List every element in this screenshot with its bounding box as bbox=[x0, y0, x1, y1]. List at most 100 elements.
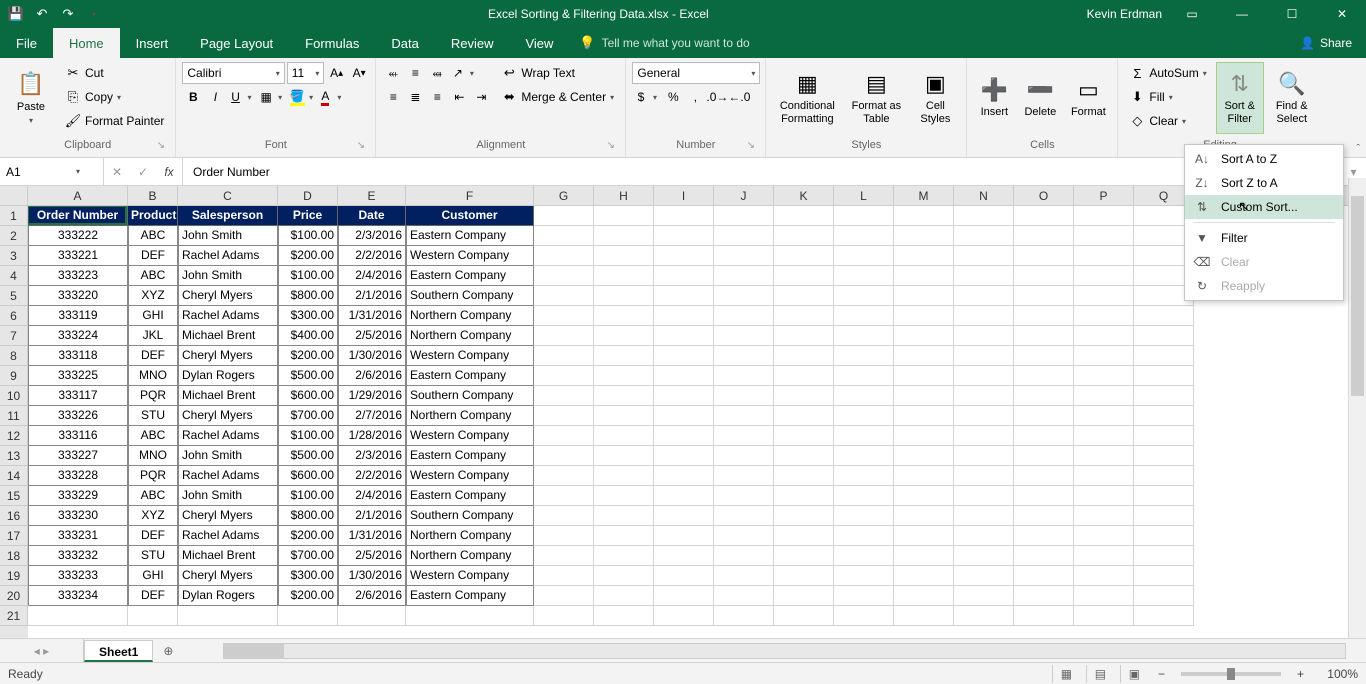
cell-I9[interactable] bbox=[654, 366, 714, 386]
new-sheet-button[interactable]: ⊕ bbox=[153, 639, 183, 662]
cell-H18[interactable] bbox=[594, 546, 654, 566]
cell-M6[interactable] bbox=[894, 306, 954, 326]
cell-M10[interactable] bbox=[894, 386, 954, 406]
cell-P13[interactable] bbox=[1074, 446, 1134, 466]
cell-G12[interactable] bbox=[534, 426, 594, 446]
cell-H7[interactable] bbox=[594, 326, 654, 346]
cell-B11[interactable]: STU bbox=[128, 406, 178, 426]
cell-K18[interactable] bbox=[774, 546, 834, 566]
cell-K3[interactable] bbox=[774, 246, 834, 266]
cell-D9[interactable]: $500.00 bbox=[278, 366, 338, 386]
cell-J14[interactable] bbox=[714, 466, 774, 486]
column-header-O[interactable]: O bbox=[1014, 186, 1074, 205]
row-header-16[interactable]: 16 bbox=[0, 506, 28, 526]
cell-C1[interactable]: Salesperson bbox=[178, 206, 278, 226]
column-header-B[interactable]: B bbox=[128, 186, 178, 205]
cell-Q8[interactable] bbox=[1134, 346, 1194, 366]
cell-O18[interactable] bbox=[1014, 546, 1074, 566]
custom-sort-item[interactable]: ⇅Custom Sort... bbox=[1185, 195, 1343, 219]
row-header-8[interactable]: 8 bbox=[0, 346, 28, 366]
cell-Q18[interactable] bbox=[1134, 546, 1194, 566]
cell-I12[interactable] bbox=[654, 426, 714, 446]
cell-F2[interactable]: Eastern Company bbox=[406, 226, 534, 246]
cell-P16[interactable] bbox=[1074, 506, 1134, 526]
maximize-button[interactable]: ☐ bbox=[1272, 0, 1312, 28]
cell-B5[interactable]: XYZ bbox=[128, 286, 178, 306]
cell-F13[interactable]: Eastern Company bbox=[406, 446, 534, 466]
cell-P17[interactable] bbox=[1074, 526, 1134, 546]
cell-C3[interactable]: Rachel Adams bbox=[178, 246, 278, 266]
cell-F20[interactable]: Eastern Company bbox=[406, 586, 534, 606]
cell-P7[interactable] bbox=[1074, 326, 1134, 346]
cell-P21[interactable] bbox=[1074, 606, 1134, 626]
cell-E7[interactable]: 2/5/2016 bbox=[338, 326, 406, 346]
cell-F17[interactable]: Northern Company bbox=[406, 526, 534, 546]
column-header-I[interactable]: I bbox=[654, 186, 714, 205]
cell-Q14[interactable] bbox=[1134, 466, 1194, 486]
cell-Q11[interactable] bbox=[1134, 406, 1194, 426]
cell-F15[interactable]: Eastern Company bbox=[406, 486, 534, 506]
cell-C7[interactable]: Michael Brent bbox=[178, 326, 278, 346]
cell-C19[interactable]: Cheryl Myers bbox=[178, 566, 278, 586]
cell-G10[interactable] bbox=[534, 386, 594, 406]
cell-C14[interactable]: Rachel Adams bbox=[178, 466, 278, 486]
decrease-font-button[interactable]: A▾ bbox=[349, 62, 369, 84]
cell-P19[interactable] bbox=[1074, 566, 1134, 586]
cell-E1[interactable]: Date bbox=[338, 206, 406, 226]
cell-Q10[interactable] bbox=[1134, 386, 1194, 406]
cell-A15[interactable]: 333229 bbox=[28, 486, 128, 506]
cell-E2[interactable]: 2/3/2016 bbox=[338, 226, 406, 246]
cell-E4[interactable]: 2/4/2016 bbox=[338, 266, 406, 286]
cell-M16[interactable] bbox=[894, 506, 954, 526]
cell-F18[interactable]: Northern Company bbox=[406, 546, 534, 566]
cell-I6[interactable] bbox=[654, 306, 714, 326]
cell-H21[interactable] bbox=[594, 606, 654, 626]
cell-I19[interactable] bbox=[654, 566, 714, 586]
cell-K19[interactable] bbox=[774, 566, 834, 586]
cell-P12[interactable] bbox=[1074, 426, 1134, 446]
cell-M1[interactable] bbox=[894, 206, 954, 226]
cell-M8[interactable] bbox=[894, 346, 954, 366]
row-header-20[interactable]: 20 bbox=[0, 586, 28, 606]
cell-I5[interactable] bbox=[654, 286, 714, 306]
cell-K17[interactable] bbox=[774, 526, 834, 546]
cell-B21[interactable] bbox=[128, 606, 178, 626]
cell-N7[interactable] bbox=[954, 326, 1014, 346]
cell-J7[interactable] bbox=[714, 326, 774, 346]
cell-C8[interactable]: Cheryl Myers bbox=[178, 346, 278, 366]
cell-B18[interactable]: STU bbox=[128, 546, 178, 566]
cell-C17[interactable]: Rachel Adams bbox=[178, 526, 278, 546]
cell-E14[interactable]: 2/2/2016 bbox=[338, 466, 406, 486]
cell-Q9[interactable] bbox=[1134, 366, 1194, 386]
sort-z-a-item[interactable]: Z↓Sort Z to A bbox=[1185, 171, 1343, 195]
cell-Q12[interactable] bbox=[1134, 426, 1194, 446]
cell-O14[interactable] bbox=[1014, 466, 1074, 486]
cell-Q15[interactable] bbox=[1134, 486, 1194, 506]
cell-C13[interactable]: John Smith bbox=[178, 446, 278, 466]
cell-K11[interactable] bbox=[774, 406, 834, 426]
cell-J15[interactable] bbox=[714, 486, 774, 506]
column-header-L[interactable]: L bbox=[834, 186, 894, 205]
cell-C2[interactable]: John Smith bbox=[178, 226, 278, 246]
cell-E6[interactable]: 1/31/2016 bbox=[338, 306, 406, 326]
cell-F9[interactable]: Eastern Company bbox=[406, 366, 534, 386]
formula-input[interactable]: Order Number bbox=[183, 158, 1340, 185]
cell-O17[interactable] bbox=[1014, 526, 1074, 546]
cell-O5[interactable] bbox=[1014, 286, 1074, 306]
cell-H3[interactable] bbox=[594, 246, 654, 266]
row-header-19[interactable]: 19 bbox=[0, 566, 28, 586]
cell-N9[interactable] bbox=[954, 366, 1014, 386]
cell-G3[interactable] bbox=[534, 246, 594, 266]
column-header-F[interactable]: F bbox=[406, 186, 534, 205]
cell-P8[interactable] bbox=[1074, 346, 1134, 366]
cell-D12[interactable]: $100.00 bbox=[278, 426, 338, 446]
cell-Q19[interactable] bbox=[1134, 566, 1194, 586]
cell-M3[interactable] bbox=[894, 246, 954, 266]
cell-G18[interactable] bbox=[534, 546, 594, 566]
cell-F8[interactable]: Western Company bbox=[406, 346, 534, 366]
cell-I14[interactable] bbox=[654, 466, 714, 486]
align-left-button[interactable]: ≡ bbox=[382, 86, 404, 108]
zoom-slider[interactable] bbox=[1181, 672, 1281, 676]
cell-O9[interactable] bbox=[1014, 366, 1074, 386]
cell-B19[interactable]: GHI bbox=[128, 566, 178, 586]
